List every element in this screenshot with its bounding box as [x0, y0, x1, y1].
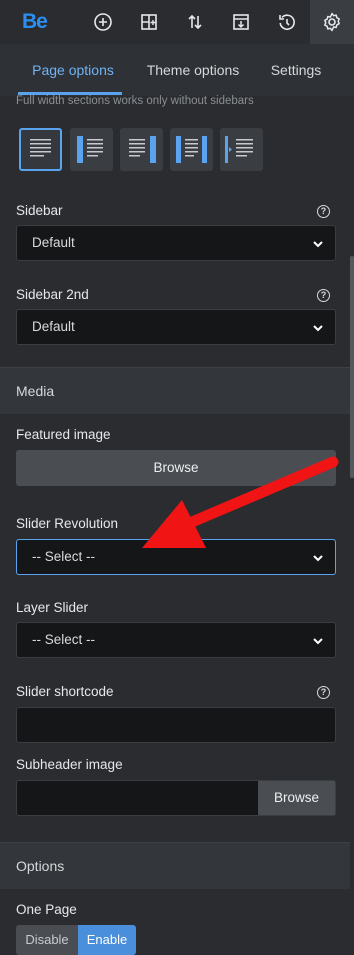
help-icon[interactable]: ?: [317, 205, 330, 218]
sidebar-2nd-select[interactable]: Default: [16, 309, 336, 345]
top-toolbar: Be: [0, 0, 354, 45]
layout-full-width[interactable]: [19, 128, 62, 171]
tab-theme-options[interactable]: Theme options: [138, 44, 248, 96]
sidebar-select[interactable]: Default: [16, 225, 336, 261]
settings-icon[interactable]: [310, 0, 354, 44]
slider-revolution-label: Slider Revolution: [16, 516, 119, 531]
add-icon[interactable]: [81, 0, 125, 44]
options-section-header[interactable]: Options: [0, 842, 350, 889]
featured-image-browse-button[interactable]: Browse: [16, 450, 336, 486]
layer-slider-label: Layer Slider: [16, 600, 89, 615]
sort-icon[interactable]: [173, 0, 217, 44]
tab-page-options[interactable]: Page options: [18, 44, 128, 96]
featured-image-label: Featured image: [16, 427, 111, 442]
chevron-down-icon: [313, 555, 323, 562]
slider-revolution-select-value: -- Select --: [32, 549, 96, 564]
layout-right-sidebar[interactable]: [70, 128, 113, 171]
tab-settings[interactable]: Settings: [260, 44, 332, 96]
history-icon[interactable]: [265, 0, 309, 44]
slider-revolution-select[interactable]: -- Select --: [16, 539, 336, 575]
media-section-title: Media: [16, 383, 55, 399]
builder-logo[interactable]: Be: [22, 10, 48, 34]
layer-slider-select[interactable]: -- Select --: [16, 622, 336, 658]
one-page-enable[interactable]: Enable: [78, 925, 136, 955]
sidebar-2nd-select-value: Default: [32, 319, 75, 334]
layout-both-sidebars[interactable]: [170, 128, 213, 171]
sidebar-select-value: Default: [32, 235, 75, 250]
scrollbar-track[interactable]: [350, 96, 354, 947]
layout-note: Full width sections works only without s…: [16, 95, 254, 107]
subheader-image-label: Subheader image: [16, 757, 123, 772]
subheader-image-input[interactable]: Browse: [16, 780, 336, 816]
options-section-title: Options: [16, 858, 65, 874]
subheader-image-browse-button[interactable]: Browse: [258, 781, 335, 815]
sidebar-2nd-label: Sidebar 2nd: [16, 287, 89, 302]
scrollbar-thumb[interactable]: [350, 256, 354, 478]
help-icon[interactable]: ?: [317, 289, 330, 302]
slider-shortcode-label: Slider shortcode: [16, 684, 114, 699]
layout-left-offset[interactable]: [220, 128, 263, 171]
layout-left-sidebar[interactable]: [120, 128, 163, 171]
chevron-down-icon: [313, 325, 323, 332]
layout-add-icon[interactable]: [127, 0, 171, 44]
one-page-disable[interactable]: Disable: [16, 925, 78, 955]
options-tabs: Page options Theme options Settings: [0, 44, 354, 96]
help-icon[interactable]: ?: [317, 686, 330, 699]
media-section-header[interactable]: Media: [0, 367, 350, 414]
one-page-label: One Page: [16, 902, 77, 917]
chevron-down-icon: [313, 241, 323, 248]
layer-slider-select-value: -- Select --: [32, 632, 96, 647]
chevron-down-icon: [313, 638, 323, 645]
export-icon[interactable]: [219, 0, 263, 44]
sidebar-label: Sidebar: [16, 203, 63, 218]
slider-shortcode-input[interactable]: [16, 707, 336, 743]
